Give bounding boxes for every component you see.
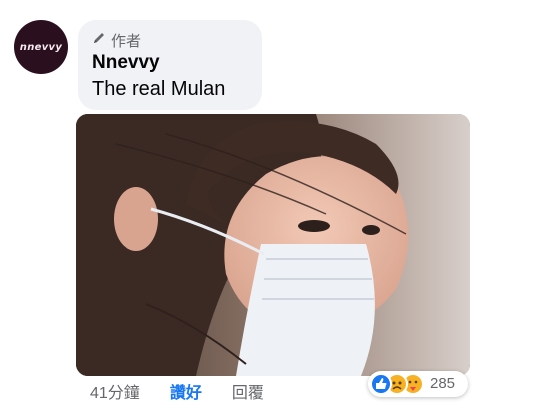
comment-photo[interactable] [76,114,470,376]
avatar-logo-text: nnevvy [19,41,63,53]
reaction-count: 285 [430,375,456,392]
comment-timestamp[interactable]: 41分鐘 [90,379,140,403]
like-icon [370,373,392,395]
reaction-summary[interactable]: 285 [368,371,468,397]
author-badge: 作者 [92,30,141,50]
comment-text: The real Mulan [92,78,226,100]
comment-bubble: 作者 Nnevvy The real Mulan [78,20,262,110]
comment-actions: 41分鐘 讚好 回覆 [90,378,264,404]
reply-button[interactable]: 回覆 [232,379,264,403]
author-name[interactable]: Nnevvy [92,52,160,74]
author-badge-label: 作者 [111,32,142,50]
pencil-icon [92,31,106,49]
avatar[interactable]: nnevvy [14,20,68,74]
like-button[interactable]: 讚好 [170,379,202,403]
